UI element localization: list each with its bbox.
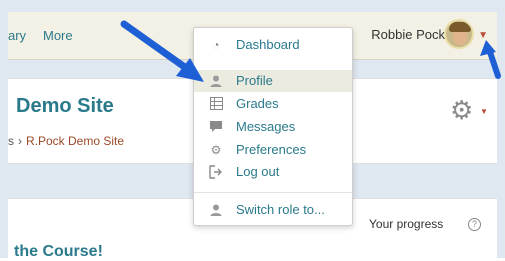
menu-item-label: Grades [236,96,279,111]
user-icon [209,74,223,88]
menu-item-profile[interactable]: Profile [194,70,352,92]
page-frame: ary More Robbie Pock ▼ Demo Site s › R.Poc… [0,0,505,260]
menu-item-preferences[interactable]: ⚙ Preferences [194,139,352,161]
breadcrumb-separator-icon: › [18,134,22,148]
help-icon[interactable]: ? [468,218,481,231]
menu-divider [194,192,352,193]
menu-item-dashboard[interactable]: ◔ Dashboard [194,34,352,56]
sign-out-icon [209,165,223,179]
dashboard-icon: ◔ [212,38,220,52]
menu-item-grades[interactable]: Grades [194,93,352,115]
wrench-icon: ⚙ [210,143,222,157]
annotation-arrow-icon [480,40,501,79]
avatar-hair [449,22,471,32]
user-dropdown-menu: ◔ Dashboard Profile Grades Messages ⚙ Pr… [193,27,353,226]
gear-caret-icon[interactable]: ▼ [480,107,488,116]
nav-link-library[interactable]: ary [8,28,26,43]
menu-item-log-out[interactable]: Log out [194,161,352,183]
user-name[interactable]: Robbie Pock [371,27,445,42]
breadcrumb: s › R.Pock Demo Site [8,134,124,148]
menu-item-messages[interactable]: Messages [194,116,352,138]
menu-item-label: Log out [236,164,280,179]
grades-table-icon [209,97,223,111]
menu-item-switch-role[interactable]: Switch role to... [194,199,352,221]
annotation-arrow-icon [120,20,204,82]
breadcrumb-truncated-item[interactable]: s [8,134,14,148]
page-title: Demo Site [16,95,114,117]
menu-item-label: Messages [236,119,296,134]
menu-item-label: Profile [236,73,273,88]
course-heading: the Course! [14,243,103,260]
progress-label: Your progress [369,217,444,231]
gear-icon[interactable]: ⚙ [450,97,473,123]
chat-bubble-icon [209,120,223,134]
breadcrumb-item-site[interactable]: R.Pock Demo Site [26,134,124,148]
nav-link-more[interactable]: More [43,28,73,43]
menu-item-label: Switch role to... [236,202,325,217]
menu-item-label: Dashboard [236,37,300,52]
avatar[interactable] [444,19,474,49]
user-icon [209,203,223,217]
menu-item-label: Preferences [236,142,307,157]
